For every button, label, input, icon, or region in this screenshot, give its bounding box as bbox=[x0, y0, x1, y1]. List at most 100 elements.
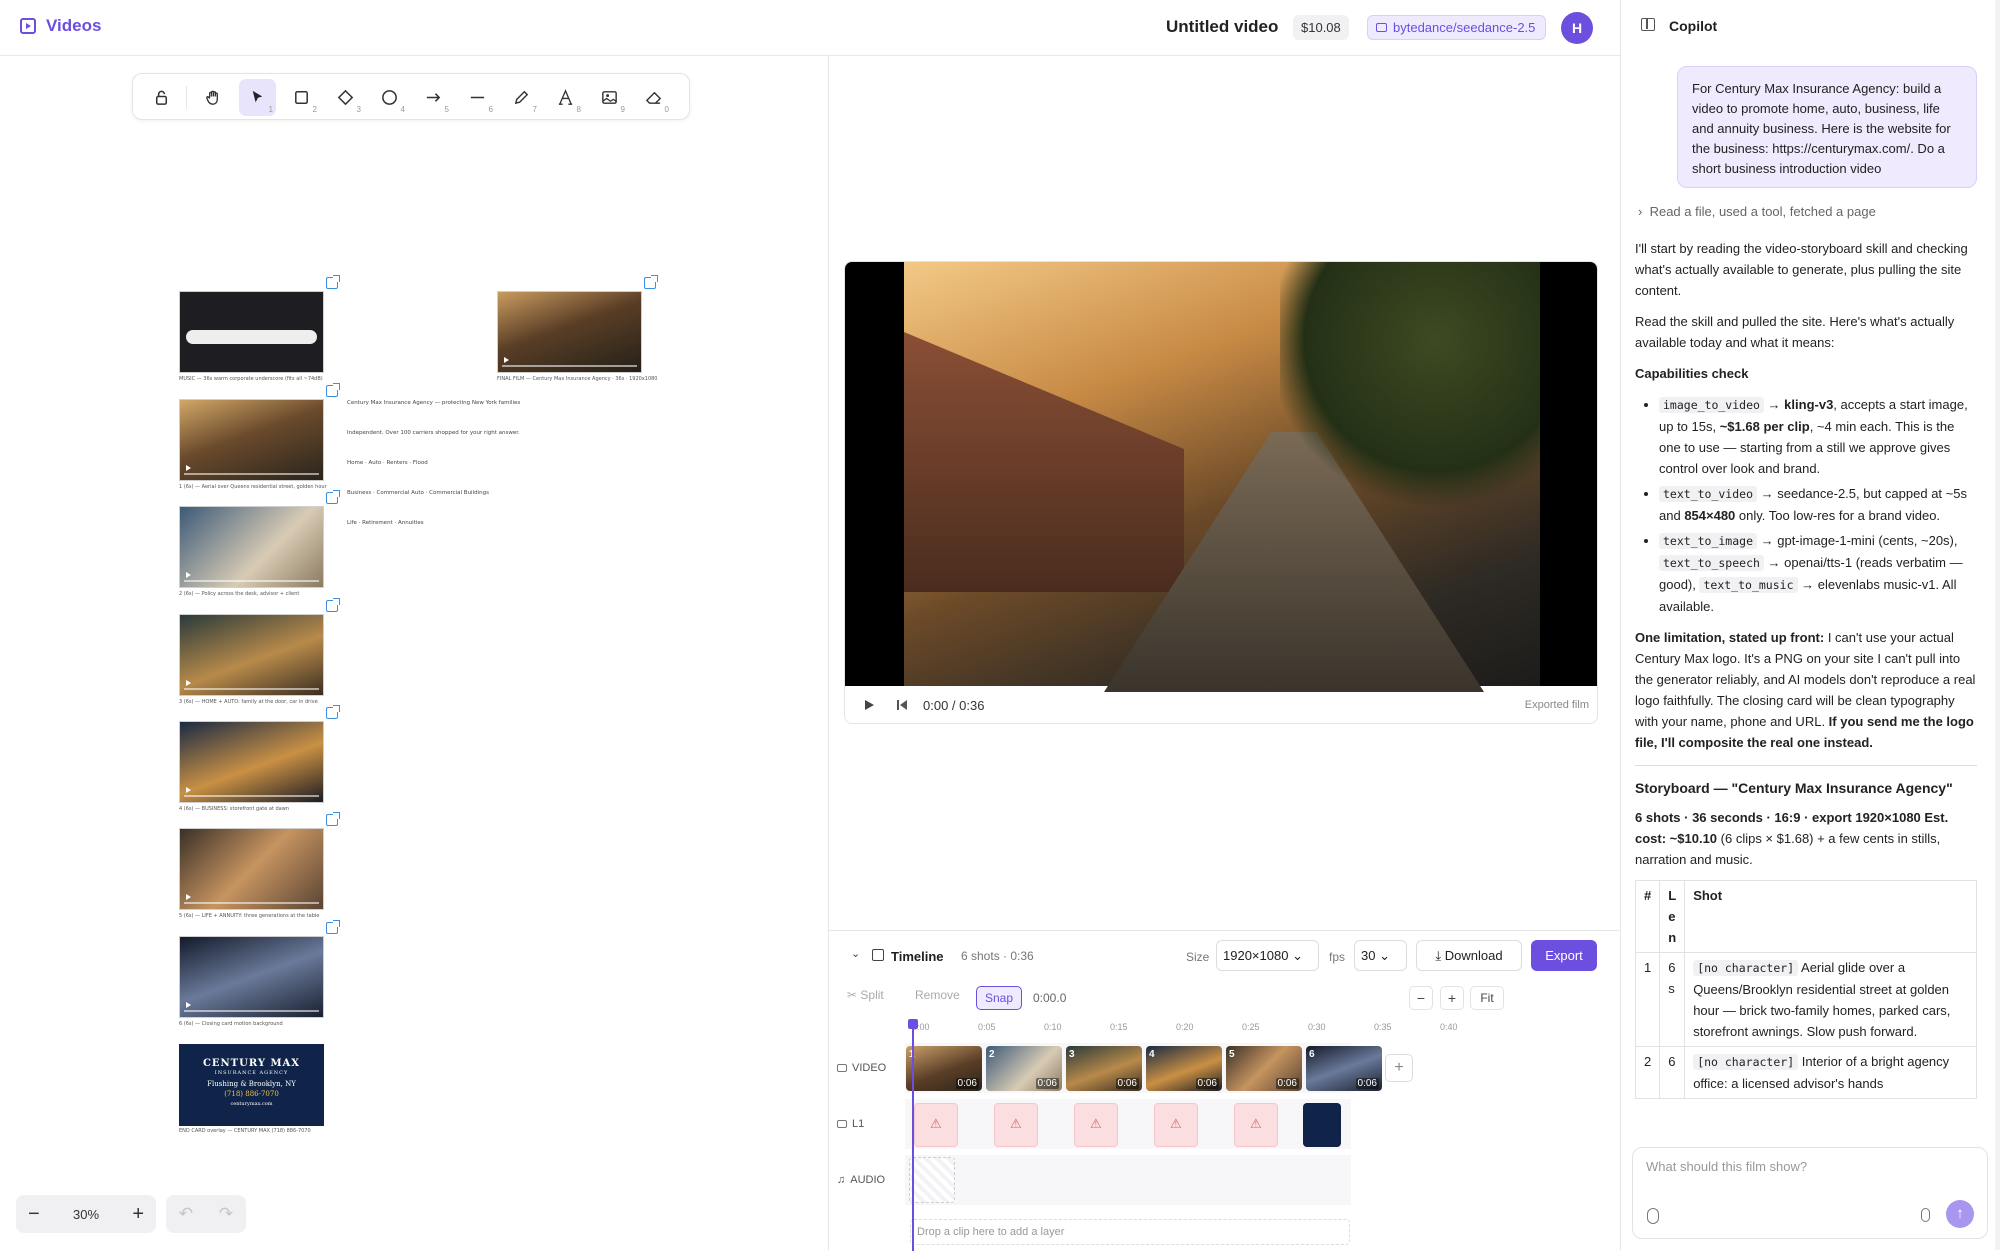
open-external-icon[interactable] bbox=[326, 812, 340, 826]
open-external-icon[interactable] bbox=[644, 275, 658, 289]
split-button[interactable]: ✂ Split bbox=[847, 988, 884, 1002]
sidebar-toggle-icon[interactable] bbox=[1641, 18, 1655, 31]
download-button[interactable]: ⤓ Download bbox=[1416, 940, 1522, 971]
warning-layer-clip[interactable] bbox=[914, 1103, 958, 1147]
chevron-down-icon[interactable]: ⌄ bbox=[851, 947, 860, 960]
shot-frame-6[interactable] bbox=[179, 936, 324, 1018]
zoom-in-button[interactable]: + bbox=[132, 1203, 144, 1226]
timeline-clip[interactable]: 10:06 bbox=[906, 1046, 982, 1091]
shot-frame-3[interactable] bbox=[179, 614, 324, 696]
add-clip-button[interactable]: + bbox=[1385, 1054, 1413, 1082]
model-selector[interactable]: bytedance/seedance-2.5 bbox=[1367, 15, 1547, 40]
warning-layer-clip[interactable] bbox=[1074, 1103, 1118, 1147]
final-film-frame[interactable] bbox=[497, 291, 642, 373]
shot-frame-4[interactable] bbox=[179, 721, 324, 803]
inline-code: text_to_image bbox=[1659, 533, 1758, 549]
audio-track[interactable] bbox=[905, 1155, 1351, 1205]
redo-icon[interactable]: ↷ bbox=[219, 1204, 233, 1224]
undo-icon[interactable]: ↶ bbox=[179, 1204, 193, 1224]
open-external-icon[interactable] bbox=[326, 705, 340, 719]
lock-tool[interactable] bbox=[143, 79, 180, 116]
timeline-ruler[interactable]: 0:00 0:05 0:10 0:15 0:20 0:25 0:30 0:35 … bbox=[912, 1019, 1458, 1035]
inline-code: [no character] bbox=[1693, 960, 1799, 976]
timeline-clip[interactable]: 5 0:06 bbox=[1226, 1046, 1302, 1091]
tool-shortcut: 1 bbox=[268, 105, 273, 114]
arrow-icon bbox=[426, 93, 441, 102]
drop-zone[interactable]: Drop a clip here to add a layer bbox=[910, 1219, 1350, 1245]
pencil-tool[interactable]: 7 bbox=[503, 79, 540, 116]
snap-toggle[interactable]: Snap bbox=[976, 986, 1023, 1010]
scrollbar[interactable] bbox=[1995, 0, 2000, 1250]
tool-shortcut: 6 bbox=[488, 105, 493, 114]
audio-clip[interactable] bbox=[909, 1157, 955, 1203]
rectangle-tool[interactable]: 2 bbox=[283, 79, 320, 116]
send-button[interactable]: ↑ bbox=[1946, 1200, 1974, 1228]
frame-caption: 2 (6s) — Policy across the desk, advisor… bbox=[179, 591, 300, 597]
canvas[interactable] bbox=[0, 56, 828, 1250]
open-external-icon[interactable] bbox=[326, 598, 340, 612]
select-tool[interactable]: 1 bbox=[239, 79, 276, 116]
open-external-icon[interactable] bbox=[326, 383, 340, 397]
timeline-clip[interactable]: 6 0:06 bbox=[1306, 1046, 1382, 1091]
microphone-icon[interactable] bbox=[1921, 1208, 1930, 1222]
canvas-note[interactable]: Home · Auto · Renters · Flood bbox=[347, 460, 428, 466]
warning-layer-clip[interactable] bbox=[994, 1103, 1038, 1147]
zoom-out-button[interactable]: − bbox=[28, 1203, 40, 1226]
open-external-icon[interactable] bbox=[326, 920, 340, 934]
end-card-layer-clip[interactable] bbox=[1303, 1103, 1341, 1147]
music-frame[interactable] bbox=[179, 291, 324, 373]
app-brand[interactable]: Videos bbox=[20, 16, 101, 36]
warning-layer-clip[interactable] bbox=[1154, 1103, 1198, 1147]
progress-bar bbox=[184, 795, 319, 797]
open-external-icon[interactable] bbox=[326, 490, 340, 504]
shot-frame-1[interactable] bbox=[179, 399, 324, 481]
canvas-note[interactable]: Century Max Insurance Agency — protectin… bbox=[347, 400, 520, 406]
timeline-clip[interactable]: 3 0:06 bbox=[1066, 1046, 1142, 1091]
arrow-tool[interactable]: 5 bbox=[415, 79, 452, 116]
canvas-note[interactable]: Business · Commercial Auto · Commercial … bbox=[347, 490, 489, 496]
pencil-icon bbox=[514, 90, 529, 105]
eraser-tool[interactable]: 0 bbox=[635, 79, 672, 116]
player-controls: 0:00 / 0:36 Exported film bbox=[845, 686, 1597, 723]
skip-back-icon[interactable] bbox=[897, 700, 907, 710]
cursor-icon bbox=[252, 90, 263, 103]
timeline-zoom-out-button[interactable]: − bbox=[1409, 986, 1433, 1010]
text-tool[interactable]: 8 bbox=[547, 79, 584, 116]
remove-button[interactable]: Remove bbox=[915, 988, 960, 1002]
shot-frame-5[interactable] bbox=[179, 828, 324, 910]
message-paragraph: I'll start by reading the video-storyboa… bbox=[1635, 241, 1968, 298]
playhead[interactable] bbox=[908, 1019, 918, 1251]
chat-composer[interactable]: What should this film show? ↑ bbox=[1632, 1147, 1988, 1239]
list-text: → gpt-image-1-mini (cents, ~20s), bbox=[1757, 533, 1958, 548]
rectangle-icon bbox=[295, 91, 308, 104]
size-select[interactable]: 1920×1080 ⌄ bbox=[1216, 940, 1319, 971]
canvas-note[interactable]: Life · Retirement · Annuities bbox=[347, 520, 424, 526]
cost-badge: $10.08 bbox=[1293, 15, 1349, 40]
shot-frame-2[interactable] bbox=[179, 506, 324, 588]
video-player[interactable] bbox=[845, 262, 1597, 692]
export-button[interactable]: Export bbox=[1531, 940, 1597, 971]
frame-caption: 4 (6s) — BUSINESS: storefront gate at da… bbox=[179, 806, 289, 812]
canvas-note[interactable]: Independent. Over 100 carriers shopped f… bbox=[347, 430, 520, 436]
line-tool[interactable]: 6 bbox=[459, 79, 496, 116]
end-card-frame[interactable]: CENTURY MAX INSURANCE AGENCY Flushing & … bbox=[179, 1044, 324, 1126]
fps-select[interactable]: 30 ⌄ bbox=[1354, 940, 1407, 971]
layer-track[interactable] bbox=[905, 1099, 1351, 1149]
progress-bar bbox=[184, 1010, 319, 1012]
hand-tool[interactable] bbox=[195, 79, 232, 116]
image-tool[interactable]: 9 bbox=[591, 79, 628, 116]
tool-activity-summary[interactable]: › Read a file, used a tool, fetched a pa… bbox=[1638, 204, 1876, 219]
timeline-clip[interactable]: 4 0:06 bbox=[1146, 1046, 1222, 1091]
history-control: ↶ ↷ bbox=[166, 1195, 246, 1233]
diamond-tool[interactable]: 3 bbox=[327, 79, 364, 116]
timeline-clip[interactable]: 2 0:06 bbox=[986, 1046, 1062, 1091]
ellipse-tool[interactable]: 4 bbox=[371, 79, 408, 116]
timeline-zoom-in-button[interactable]: + bbox=[1440, 986, 1464, 1010]
warning-layer-clip[interactable] bbox=[1234, 1103, 1278, 1147]
play-icon[interactable] bbox=[865, 700, 874, 710]
avatar[interactable]: H bbox=[1561, 12, 1593, 44]
project-title[interactable]: Untitled video bbox=[1166, 17, 1278, 37]
fit-button[interactable]: Fit bbox=[1470, 986, 1504, 1010]
open-external-icon[interactable] bbox=[326, 275, 340, 289]
paperclip-icon[interactable] bbox=[1647, 1208, 1659, 1224]
